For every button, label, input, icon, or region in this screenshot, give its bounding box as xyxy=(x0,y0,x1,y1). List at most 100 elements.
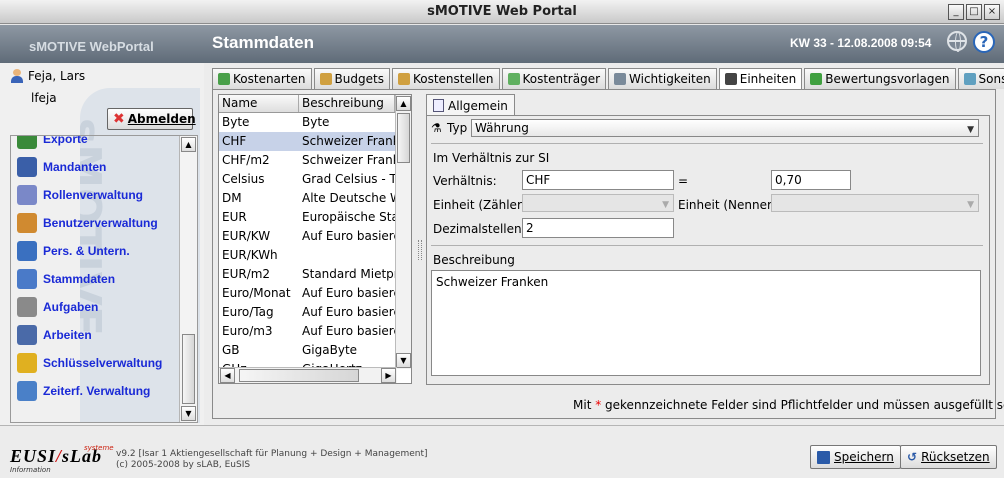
tab-sonstiges[interactable]: Sonstiges xyxy=(957,68,1004,89)
masterdata-icon xyxy=(17,269,37,289)
decimals-label: Dezimalstellen xyxy=(433,222,522,236)
list-horizontal-scrollbar[interactable]: ◀ ▶ xyxy=(219,367,397,383)
list-row[interactable]: EUR/KWh xyxy=(219,246,411,265)
maximize-button[interactable]: □ xyxy=(966,4,982,20)
list-row[interactable]: CHF Schweizer Franken xyxy=(219,132,411,151)
unit-numerator-label: Einheit (Zähler) xyxy=(433,198,527,212)
tab-allgemein[interactable]: Allgemein xyxy=(426,94,515,116)
column-description-header[interactable]: Beschreibung xyxy=(299,95,395,112)
unit-description-cell: Schweizer Franken xyxy=(302,134,395,148)
undo-icon: ↺ xyxy=(907,450,918,464)
user-name: Feja, Lars xyxy=(28,69,86,83)
sidebar-item-8[interactable]: Schlüsselverwaltung xyxy=(11,349,181,377)
save-button[interactable]: Speichern xyxy=(810,445,901,469)
sidebar-item-label: Rollenverwaltung xyxy=(43,188,144,202)
globe-icon[interactable] xyxy=(947,31,967,52)
list-row[interactable]: EUR/KW Auf Euro basieren xyxy=(219,227,411,246)
tab-icon xyxy=(810,73,823,85)
chevron-down-icon: ▼ xyxy=(967,200,974,210)
unit-description-cell: Byte xyxy=(302,115,330,129)
list-row[interactable]: Euro/Monat Auf Euro basieren xyxy=(219,284,411,303)
sidebar-item-2[interactable]: Rollenverwaltung xyxy=(11,181,181,209)
sidebar-item-9[interactable]: Zeiterf. Verwaltung xyxy=(11,377,181,405)
sidebar-item-label: Pers. & Untern. xyxy=(43,244,130,258)
close-button[interactable]: × xyxy=(984,4,1000,20)
page-title: Stammdaten xyxy=(212,33,315,52)
company-icon xyxy=(17,241,37,261)
shield-icon xyxy=(17,185,37,205)
sidebar-item-0[interactable]: Exporte xyxy=(11,136,181,153)
list-row[interactable]: Byte Byte xyxy=(219,113,411,132)
scroll-down-button[interactable]: ▼ xyxy=(181,406,196,421)
sidebar-item-5[interactable]: Stammdaten xyxy=(11,265,181,293)
sidebar-item-4[interactable]: Pers. & Untern. xyxy=(11,237,181,265)
sidebar-item-label: Stammdaten xyxy=(43,272,116,286)
ratio-left-field[interactable]: CHF xyxy=(522,170,674,190)
reset-button[interactable]: ↺ Rücksetzen xyxy=(900,445,997,469)
unit-denominator-select[interactable]: ▼ xyxy=(771,194,979,212)
list-scroll-right[interactable]: ▶ xyxy=(381,368,396,383)
tab-wichtigkeiten[interactable]: Wichtigkeiten xyxy=(608,68,717,89)
list-row[interactable]: Euro/m3 Auf Euro basieren xyxy=(219,322,411,341)
unit-numerator-select[interactable]: ▼ xyxy=(522,194,674,212)
tab-bewertungsvorlagen[interactable]: Bewertungsvorlagen xyxy=(804,68,956,89)
description-textarea[interactable]: Schweizer Franken xyxy=(431,270,981,376)
list-row[interactable]: EUR Europäische Stand xyxy=(219,208,411,227)
list-row[interactable]: GB GigaByte xyxy=(219,341,411,360)
tab-icon xyxy=(724,73,737,85)
sidebar-item-3[interactable]: Benutzerverwaltung xyxy=(11,209,181,237)
column-name-header[interactable]: Name xyxy=(219,95,299,112)
user-icon xyxy=(10,69,24,83)
ratio-label: Verhältnis: xyxy=(433,174,497,188)
help-icon[interactable]: ? xyxy=(973,31,995,53)
tab-einheiten[interactable]: Einheiten xyxy=(718,68,803,89)
clients-icon xyxy=(17,157,37,177)
logout-button[interactable]: ✖ Abmelden xyxy=(107,108,196,130)
list-row[interactable]: CHF/m2 Schweizer Franken xyxy=(219,151,411,170)
tab-kostenstellen[interactable]: Kostenstellen xyxy=(391,68,500,89)
ratio-section-label: Im Verhältnis zur SI xyxy=(433,151,550,165)
sidebar-item-1[interactable]: Mandanten xyxy=(11,153,181,181)
floppy-disk-icon xyxy=(817,450,830,464)
tab-kostenarten[interactable]: Kostenarten xyxy=(212,68,312,89)
window-controls: _ □ × xyxy=(948,4,1000,20)
unit-description-cell: Standard Mietpreis xyxy=(302,267,395,281)
list-row[interactable]: DM Alte Deutsche Wäh xyxy=(219,189,411,208)
splitter-handle[interactable] xyxy=(418,240,422,260)
list-row[interactable]: EUR/m2 Standard Mietpreis xyxy=(219,265,411,284)
list-header: Name Beschreibung xyxy=(219,95,411,113)
list-scroll-down[interactable]: ▼ xyxy=(396,353,411,368)
detail-form: Allgemein ⚗ Typ Währung ▼ Im Verhältnis z… xyxy=(426,94,990,386)
unit-denominator-label: Einheit (Nenner) xyxy=(678,198,777,212)
decimals-field[interactable]: 2 xyxy=(522,218,674,238)
list-scroll-thumb[interactable] xyxy=(397,113,410,163)
unit-name-cell: GB xyxy=(222,343,240,357)
list-row[interactable]: Celsius Grad Celsius - Tem xyxy=(219,170,411,189)
list-scroll-left[interactable]: ◀ xyxy=(220,368,235,383)
list-row[interactable]: Euro/Tag Auf Euro basieren xyxy=(219,303,411,322)
tab-kostenträger[interactable]: Kostenträger xyxy=(501,68,607,89)
sidebar-item-6[interactable]: Aufgaben xyxy=(11,293,181,321)
user-id: lfeja xyxy=(31,91,57,105)
unit-description-cell xyxy=(299,246,395,265)
unit-name-cell: Euro/Tag xyxy=(222,305,274,319)
sidebar-item-label: Benutzerverwaltung xyxy=(43,216,158,230)
tab-budgets[interactable]: Budgets xyxy=(313,68,390,89)
version-info: v9.2 [Isar 1 Aktiengesellschaft für Plan… xyxy=(116,449,428,470)
scroll-up-button[interactable]: ▲ xyxy=(181,137,196,152)
ratio-right-field[interactable]: 0,70 xyxy=(771,170,851,190)
unit-description-cell: GigaByte xyxy=(302,343,358,357)
list-scroll-up[interactable]: ▲ xyxy=(396,96,411,111)
nav-scrollbar[interactable]: ▲ ▼ xyxy=(179,136,197,422)
typ-select[interactable]: Währung ▼ xyxy=(471,119,979,137)
brand-label: sMOTIVE WebPortal xyxy=(29,39,154,54)
unit-name-cell: Celsius xyxy=(222,172,265,186)
sidebar-item-7[interactable]: Arbeiten xyxy=(11,321,181,349)
sidebar-item-label: Aufgaben xyxy=(43,300,99,314)
unit-description-cell: Alte Deutsche Wäh xyxy=(302,191,395,205)
list-hscroll-thumb[interactable] xyxy=(239,369,359,382)
required-fields-note: Mit * gekennzeichnete Felder sind Pflich… xyxy=(573,398,1004,412)
scroll-thumb[interactable] xyxy=(182,334,195,404)
list-vertical-scrollbar[interactable]: ▲ ▼ xyxy=(395,95,411,369)
minimize-button[interactable]: _ xyxy=(948,4,964,20)
